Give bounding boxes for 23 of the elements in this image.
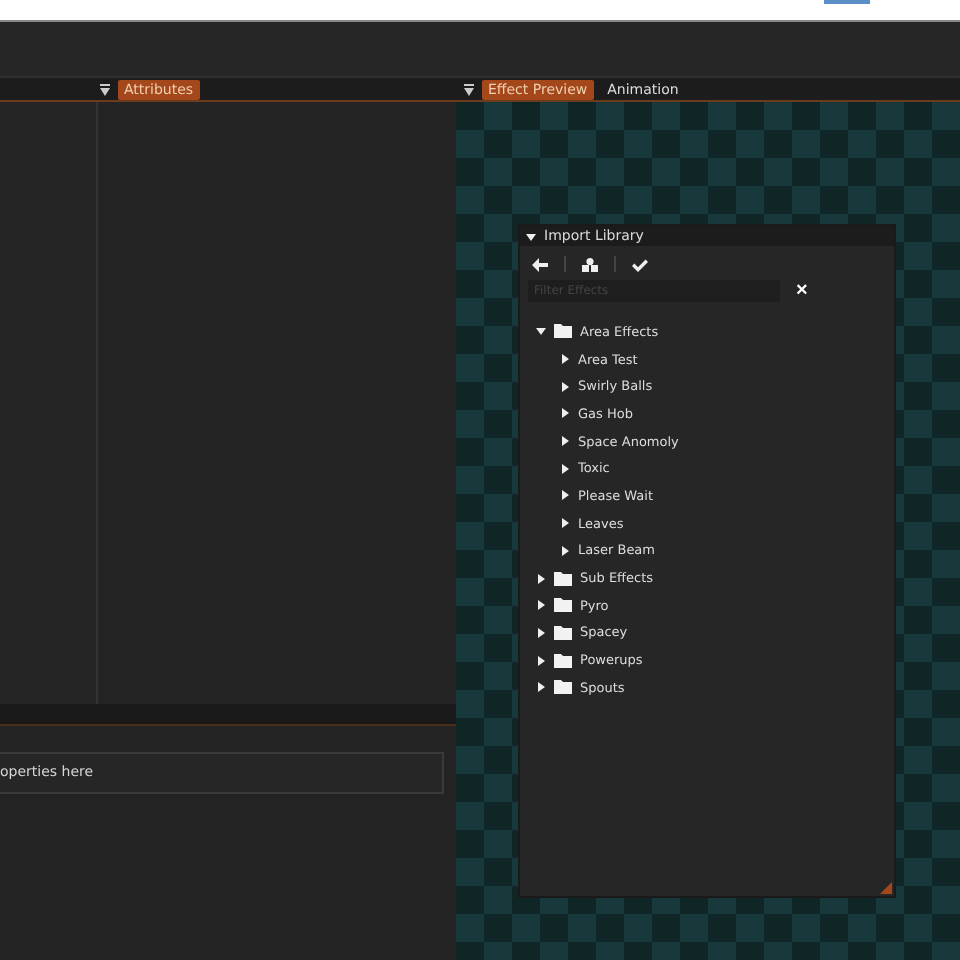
resize-grip-icon[interactable] — [880, 882, 892, 894]
expanded-arrow-icon[interactable] — [526, 231, 536, 241]
collapsed-arrow-icon[interactable] — [536, 600, 546, 611]
filter-icon[interactable] — [464, 83, 474, 95]
collapsed-arrow-icon[interactable] — [536, 573, 546, 584]
collapsed-arrow-icon[interactable] — [560, 518, 570, 529]
clear-button[interactable]: × — [796, 281, 808, 301]
filter-icon[interactable] — [100, 83, 110, 95]
collapsed-arrow-icon[interactable] — [560, 463, 570, 474]
confirm-button[interactable] — [632, 257, 648, 271]
collapsed-arrow-icon[interactable] — [560, 436, 570, 447]
collapsed-arrow-icon[interactable] — [560, 490, 570, 501]
back-button[interactable] — [532, 257, 548, 271]
shapes-button[interactable] — [582, 257, 598, 271]
collapsed-arrow-icon[interactable] — [560, 381, 570, 392]
collapsed-arrow-icon[interactable] — [536, 682, 546, 693]
expanded-arrow-icon[interactable] — [536, 326, 546, 337]
collapsed-arrow-icon[interactable] — [560, 408, 570, 419]
collapsed-arrow-icon[interactable] — [536, 627, 546, 638]
collapsed-arrow-icon[interactable] — [560, 354, 570, 365]
collapsed-arrow-icon[interactable] — [560, 545, 570, 556]
collapsed-arrow-icon[interactable] — [536, 655, 546, 666]
folder-icon — [554, 324, 572, 339]
